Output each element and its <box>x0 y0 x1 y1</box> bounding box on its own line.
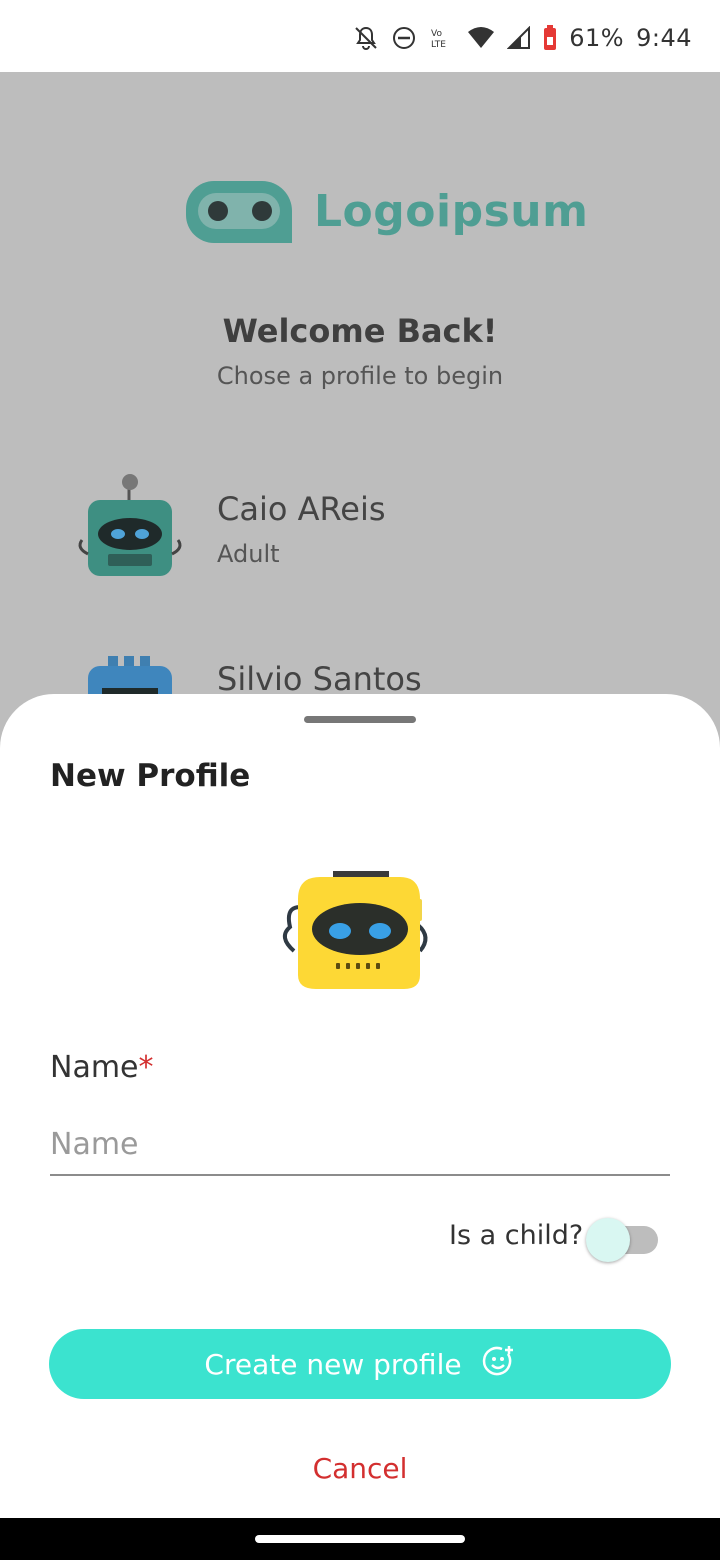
svg-text:Vo: Vo <box>431 29 442 39</box>
welcome-title: Welcome Back! <box>222 312 498 350</box>
clock: 9:44 <box>636 24 692 52</box>
is-child-label: Is a child? <box>449 1220 584 1251</box>
name-input[interactable] <box>50 1114 670 1176</box>
sheet-drag-handle[interactable] <box>304 716 416 723</box>
name-label: Name* <box>50 1050 154 1085</box>
signal-icon <box>507 26 531 50</box>
wifi-icon <box>467 26 495 50</box>
battery-icon <box>543 25 557 51</box>
create-profile-label: Create new profile <box>204 1347 462 1381</box>
logo-mark-icon <box>184 179 294 243</box>
new-profile-sheet: New Profile Name* Is a child? Creat <box>0 694 720 1518</box>
create-profile-button[interactable]: Create new profile <box>49 1329 671 1399</box>
profile-name: Caio AReis <box>217 490 386 528</box>
status-icons: Vo LTE 61% 9:44 <box>353 20 692 56</box>
toggle-thumb <box>586 1218 630 1262</box>
battery-percentage: 61% <box>569 24 625 52</box>
green-robot-avatar <box>74 470 184 580</box>
profile-item-caio[interactable]: Caio AReis Adult <box>70 470 670 590</box>
bell-off-icon <box>353 25 379 51</box>
cancel-button[interactable]: Cancel <box>0 1452 720 1485</box>
profile-name: Silvio Santos <box>217 660 422 698</box>
status-bar: Vo LTE 61% 9:44 <box>0 0 720 72</box>
sheet-title: New Profile <box>50 758 251 794</box>
app-logo: Logoipsum <box>184 178 588 244</box>
smile-plus-icon <box>482 1344 516 1385</box>
system-nav-bar <box>0 1518 720 1560</box>
welcome-subtitle: Chose a profile to begin <box>216 362 504 390</box>
volte-icon: Vo LTE <box>429 25 455 51</box>
required-asterisk: * <box>138 1050 154 1085</box>
yellow-robot-avatar[interactable] <box>280 869 440 995</box>
profile-role: Adult <box>217 540 280 568</box>
logo-text: Logoipsum <box>314 185 589 237</box>
name-label-text: Name <box>50 1050 139 1085</box>
home-gesture-pill[interactable] <box>255 1535 465 1543</box>
is-child-toggle[interactable] <box>586 1218 660 1262</box>
svg-text:LTE: LTE <box>431 40 446 50</box>
do-not-disturb-icon <box>391 25 417 51</box>
